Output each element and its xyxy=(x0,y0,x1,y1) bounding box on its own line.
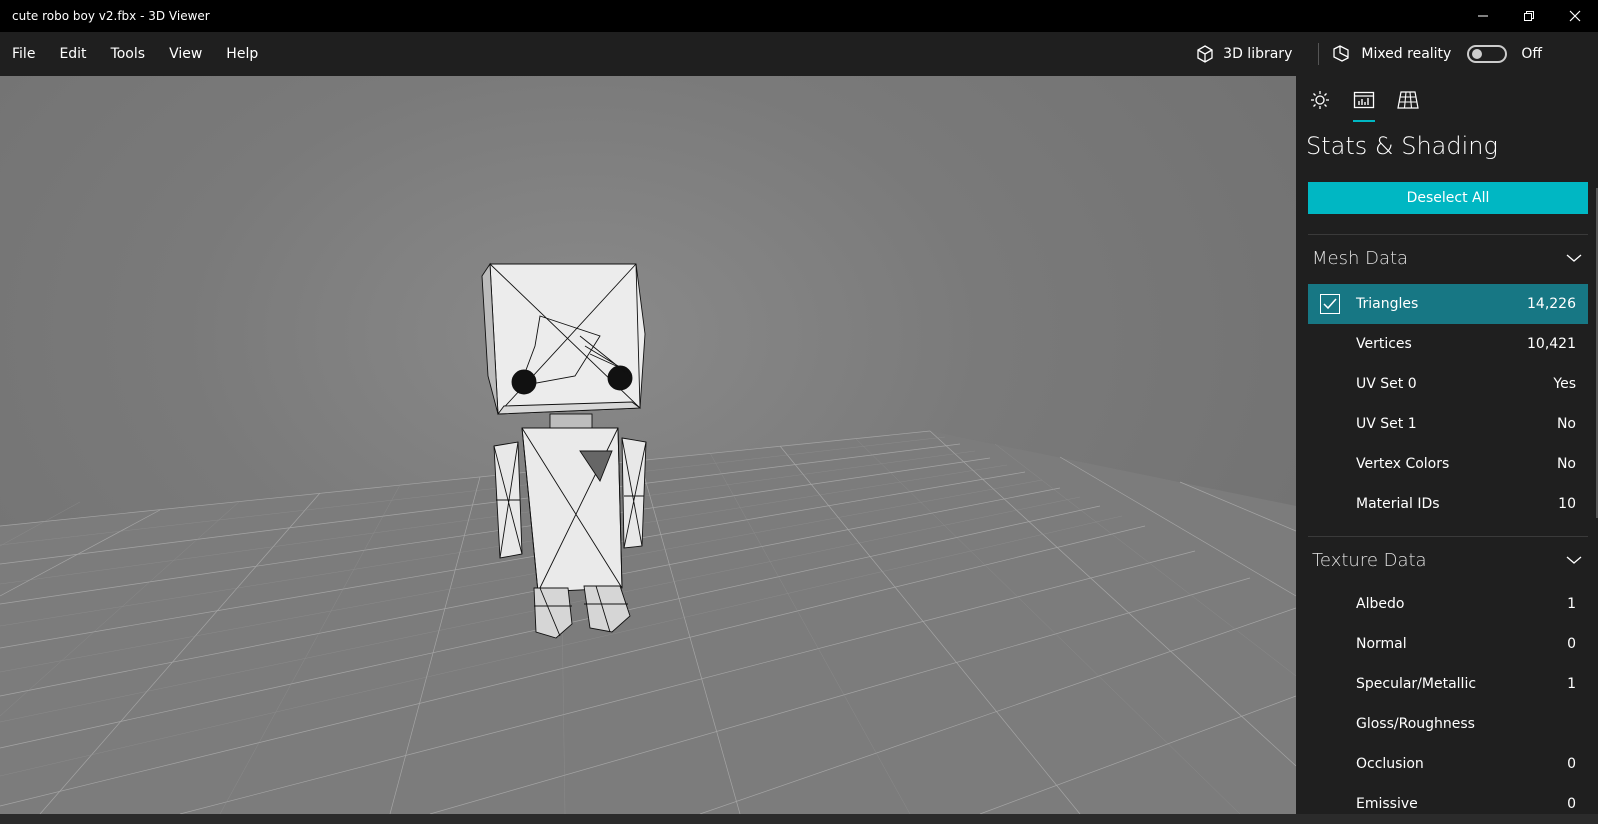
row-value: No xyxy=(1556,416,1576,432)
sun-lighting-icon xyxy=(1311,91,1329,109)
tab-lighting[interactable] xyxy=(1308,88,1332,112)
window-title: cute robo boy v2.fbx - 3D Viewer xyxy=(12,9,210,23)
window-controls xyxy=(1460,0,1598,32)
texture-row-normal[interactable]: Normal 0 xyxy=(1308,624,1588,664)
texture-data-header[interactable]: Texture Data xyxy=(1308,540,1588,580)
mixed-reality-label: Mixed reality xyxy=(1361,46,1452,62)
row-label: Vertices xyxy=(1356,336,1412,352)
mesh-data-header[interactable]: Mesh Data xyxy=(1308,238,1588,278)
row-label: Normal xyxy=(1356,636,1407,652)
minimize-icon xyxy=(1478,15,1488,17)
divider xyxy=(1308,536,1588,537)
row-label: Gloss/Roughness xyxy=(1356,716,1475,732)
texture-row-specular-metallic[interactable]: Specular/Metallic 1 xyxy=(1308,664,1588,704)
3d-viewport[interactable] xyxy=(0,76,1296,814)
stats-panel: Stats & Shading Deselect All Mesh Data T… xyxy=(1296,76,1598,814)
deselect-all-button[interactable]: Deselect All xyxy=(1308,182,1588,214)
row-label: UV Set 1 xyxy=(1356,416,1417,432)
menu-bar: File Edit Tools View Help 3D library Mix… xyxy=(0,32,1598,76)
row-label: Triangles xyxy=(1356,296,1419,312)
restore-icon xyxy=(1524,11,1534,21)
texture-row-occlusion[interactable]: Occlusion 0 xyxy=(1308,744,1588,784)
row-value: 0 xyxy=(1567,636,1576,652)
menu-edit[interactable]: Edit xyxy=(47,46,98,62)
row-label: Material IDs xyxy=(1356,496,1440,512)
mesh-row-vertex-colors[interactable]: Vertex Colors No xyxy=(1308,444,1588,484)
panel-title: Stats & Shading xyxy=(1306,132,1498,160)
panel-tabs xyxy=(1296,76,1598,126)
row-label: Specular/Metallic xyxy=(1356,676,1477,692)
tab-stats[interactable] xyxy=(1352,88,1376,112)
row-label: Albedo xyxy=(1356,596,1405,612)
close-icon xyxy=(1569,10,1581,22)
minimize-button[interactable] xyxy=(1460,0,1506,32)
mesh-row-vertices[interactable]: Vertices 10,421 xyxy=(1308,324,1588,364)
library-label: 3D library xyxy=(1223,46,1293,62)
texture-row-gloss-roughness[interactable]: Gloss/Roughness xyxy=(1308,704,1588,744)
chevron-down-icon xyxy=(1566,556,1582,564)
mesh-row-uv-set-0[interactable]: UV Set 0 Yes xyxy=(1308,364,1588,404)
divider xyxy=(1308,234,1588,235)
mixed-reality-toggle[interactable] xyxy=(1467,45,1508,63)
row-label: Occlusion xyxy=(1356,756,1424,772)
mixed-reality-group: Mixed reality Off xyxy=(1331,44,1598,64)
row-label: Emissive xyxy=(1356,796,1418,812)
row-value: 0 xyxy=(1567,796,1576,812)
cube-library-icon xyxy=(1197,45,1213,63)
library-button[interactable]: 3D library xyxy=(1181,44,1306,64)
checkbox-icon[interactable] xyxy=(1320,294,1340,314)
row-label: UV Set 0 xyxy=(1356,376,1417,392)
mesh-data-label: Mesh Data xyxy=(1312,247,1409,269)
row-value: 0 xyxy=(1567,756,1576,772)
texture-row-emissive[interactable]: Emissive 0 xyxy=(1308,784,1588,814)
menu-view[interactable]: View xyxy=(157,46,214,62)
stats-chart-icon xyxy=(1353,91,1375,109)
row-value: Yes xyxy=(1553,376,1576,392)
grid-icon xyxy=(1397,91,1419,109)
mesh-row-uv-set-1[interactable]: UV Set 1 No xyxy=(1308,404,1588,444)
row-value: 1 xyxy=(1567,676,1576,692)
title-bar: cute robo boy v2.fbx - 3D Viewer xyxy=(0,0,1598,32)
row-value: No xyxy=(1556,456,1576,472)
restore-button[interactable] xyxy=(1506,0,1552,32)
row-value: 10 xyxy=(1558,496,1576,512)
mesh-row-triangles[interactable]: Triangles 14,226 xyxy=(1308,284,1588,324)
texture-data-label: Texture Data xyxy=(1312,549,1427,571)
chevron-down-icon xyxy=(1566,254,1582,262)
menu-file[interactable]: File xyxy=(0,46,47,62)
tab-grid[interactable] xyxy=(1396,88,1420,112)
toggle-knob xyxy=(1472,49,1483,59)
mixed-reality-icon xyxy=(1333,45,1350,62)
row-value: 14,226 xyxy=(1527,296,1576,312)
close-button[interactable] xyxy=(1552,0,1598,32)
row-label: Vertex Colors xyxy=(1356,456,1450,472)
texture-row-albedo[interactable]: Albedo 1 xyxy=(1308,584,1588,624)
menu-tools[interactable]: Tools xyxy=(99,46,158,62)
toolbar-divider xyxy=(1318,43,1320,65)
active-tab-indicator xyxy=(1353,120,1375,122)
mixed-reality-state: Off xyxy=(1521,46,1542,62)
mesh-row-material-ids[interactable]: Material IDs 10 xyxy=(1308,484,1588,524)
menu-help[interactable]: Help xyxy=(214,46,270,62)
menu-right-group: 3D library Mixed reality Off xyxy=(1181,32,1598,76)
bottom-strip xyxy=(0,814,1598,824)
ground-grid xyxy=(0,262,1296,814)
row-value: 10,421 xyxy=(1527,336,1576,352)
row-value: 1 xyxy=(1567,596,1576,612)
